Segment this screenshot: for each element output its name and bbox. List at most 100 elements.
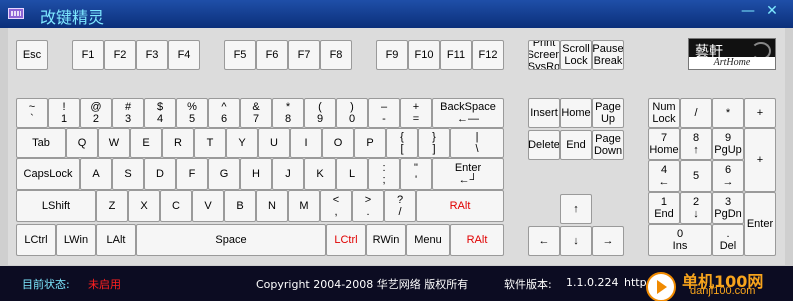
key-g[interactable]: G [208,158,240,190]
key-p[interactable]: P [354,128,386,158]
key-w[interactable]: W [98,128,130,158]
key-x[interactable]: X [128,190,160,222]
key-lbracket[interactable]: { [ [386,128,418,158]
key-enter[interactable]: Enter ←┘ [432,158,504,190]
key-f3[interactable]: F3 [136,40,168,70]
key-pagedown[interactable]: Page Down [592,130,624,160]
key-num-plus[interactable]: + [744,128,776,192]
key-c[interactable]: C [160,190,192,222]
key-i[interactable]: I [290,128,322,158]
key-num-plus-top[interactable]: + [744,98,776,128]
key-ralt-shiftrow[interactable]: RAlt [416,190,504,222]
key-f11[interactable]: F11 [440,40,472,70]
key-printscreen[interactable]: Print Screen SysRq [528,40,560,70]
key-arrow-down[interactable]: ↓ [560,226,592,256]
key-e[interactable]: E [130,128,162,158]
key-2[interactable]: @ 2 [80,98,112,128]
key-arrow-up[interactable]: ↑ [560,194,592,224]
key-end[interactable]: End [560,130,592,160]
key-m[interactable]: M [288,190,320,222]
key-y[interactable]: Y [226,128,258,158]
key-num-enter[interactable]: Enter [744,192,776,256]
key-arrow-right[interactable]: → [592,226,624,256]
key-num-1[interactable]: 1 End [648,192,680,224]
key-pausebreak[interactable]: Pause Break [592,40,624,70]
key-d[interactable]: D [144,158,176,190]
key-h[interactable]: H [240,158,272,190]
key-pageup[interactable]: Page Up [592,98,624,128]
key-capslock[interactable]: CapsLock [16,158,80,190]
key-f7[interactable]: F7 [288,40,320,70]
title-bar[interactable]: 改键精灵 — ✕ [0,0,793,28]
key-num-6[interactable]: 6 → [712,160,744,192]
key-comma[interactable]: < , [320,190,352,222]
key-9[interactable]: ( 9 [304,98,336,128]
key-scrolllock[interactable]: Scroll Lock [560,40,592,70]
key-num-2[interactable]: 2 ↓ [680,192,712,224]
key-quote[interactable]: " ' [400,158,432,190]
key-backspace[interactable]: BackSpace ←— [432,98,504,128]
key-0[interactable]: ) 0 [336,98,368,128]
key-rwin[interactable]: RWin [366,224,406,256]
key-v[interactable]: V [192,190,224,222]
key-4[interactable]: $ 4 [144,98,176,128]
key-lshift[interactable]: LShift [16,190,96,222]
key-f12[interactable]: F12 [472,40,504,70]
key-f1[interactable]: F1 [72,40,104,70]
key-numlock[interactable]: Num Lock [648,98,680,128]
key-k[interactable]: K [304,158,336,190]
key-1[interactable]: ! 1 [48,98,80,128]
key-s[interactable]: S [112,158,144,190]
key-home[interactable]: Home [560,98,592,128]
key-7[interactable]: & 7 [240,98,272,128]
key-f2[interactable]: F2 [104,40,136,70]
key-num-5[interactable]: 5 [680,160,712,192]
key-t[interactable]: T [194,128,226,158]
key-period[interactable]: > . [352,190,384,222]
key-f4[interactable]: F4 [168,40,200,70]
key-tab[interactable]: Tab [16,128,66,158]
key-num-divide[interactable]: / [680,98,712,128]
key-esc[interactable]: Esc [16,40,48,70]
key-l[interactable]: L [336,158,368,190]
key-f9[interactable]: F9 [376,40,408,70]
key-num-7[interactable]: 7 Home [648,128,680,160]
key-a[interactable]: A [80,158,112,190]
key-rbracket[interactable]: } ] [418,128,450,158]
key-lalt[interactable]: LAlt [96,224,136,256]
key-z[interactable]: Z [96,190,128,222]
key-f5[interactable]: F5 [224,40,256,70]
key-j[interactable]: J [272,158,304,190]
key-3[interactable]: # 3 [112,98,144,128]
key-arrow-left[interactable]: ← [528,226,560,256]
key-backslash[interactable]: | \ [450,128,504,158]
key-num-3[interactable]: 3 PgDn [712,192,744,224]
key-backtick[interactable]: ~ ` [16,98,48,128]
key-o[interactable]: O [322,128,354,158]
key-slash[interactable]: ? / [384,190,416,222]
key-insert[interactable]: Insert [528,98,560,128]
key-num-9[interactable]: 9 PgUp [712,128,744,160]
key-lctrl-right[interactable]: LCtrl [326,224,366,256]
key-num-0[interactable]: 0 Ins [648,224,712,256]
key-5[interactable]: % 5 [176,98,208,128]
key-ralt[interactable]: RAlt [450,224,504,256]
key-equals[interactable]: + = [400,98,432,128]
key-num-multiply[interactable]: * [712,98,744,128]
key-6[interactable]: ^ 6 [208,98,240,128]
key-n[interactable]: N [256,190,288,222]
key-f[interactable]: F [176,158,208,190]
key-num-4[interactable]: 4 ← [648,160,680,192]
key-r[interactable]: R [162,128,194,158]
key-space[interactable]: Space [136,224,326,256]
minimize-button[interactable]: — [740,3,756,19]
key-u[interactable]: U [258,128,290,158]
key-8[interactable]: * 8 [272,98,304,128]
key-menu[interactable]: Menu [406,224,450,256]
close-button[interactable]: ✕ [764,3,780,19]
key-f8[interactable]: F8 [320,40,352,70]
key-num-8[interactable]: 8 ↑ [680,128,712,160]
key-minus[interactable]: – - [368,98,400,128]
key-f10[interactable]: F10 [408,40,440,70]
key-num-dot[interactable]: . Del [712,224,744,256]
